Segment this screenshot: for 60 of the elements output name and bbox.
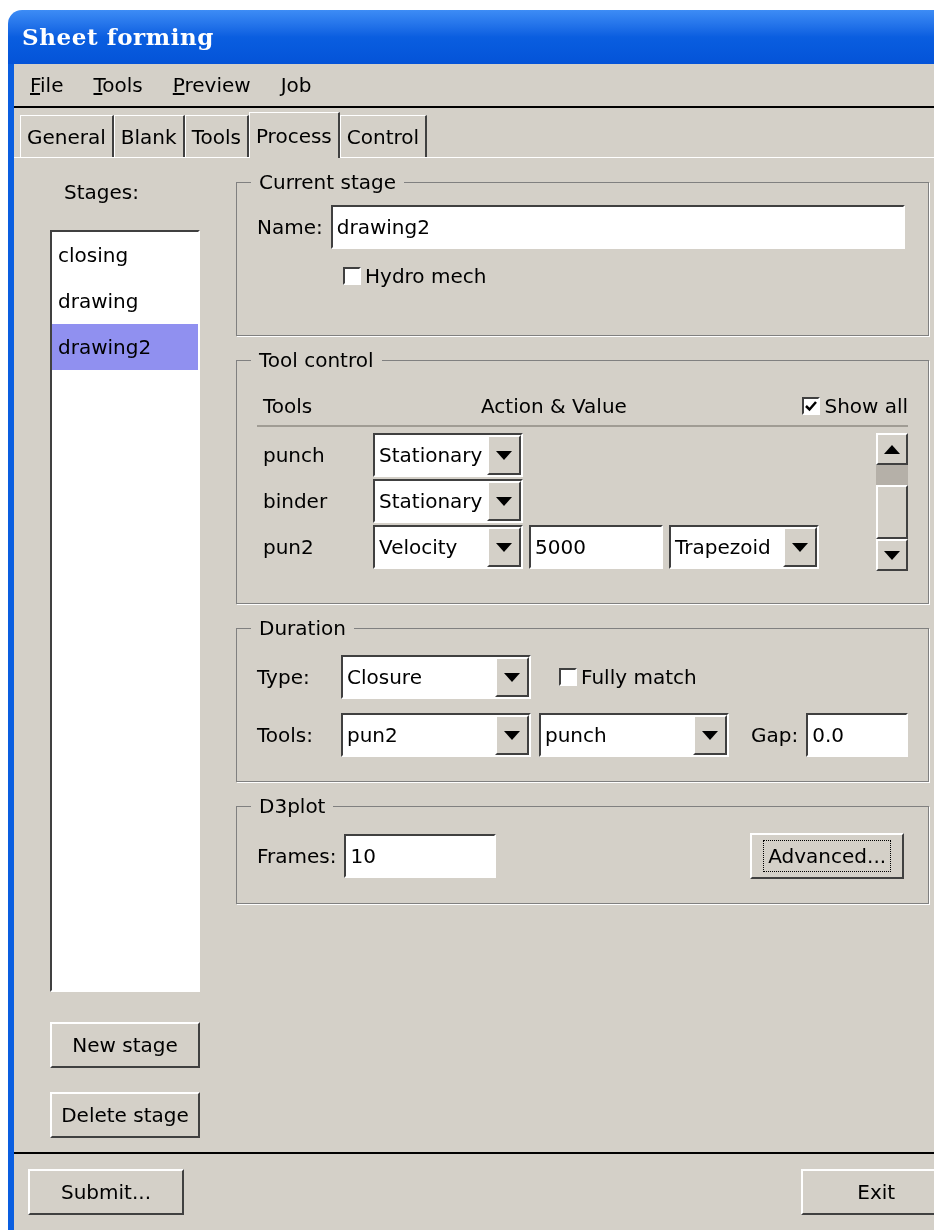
scroll-up-button[interactable] bbox=[876, 433, 909, 465]
checkbox[interactable] bbox=[343, 267, 361, 285]
field-label: Name: bbox=[257, 214, 323, 241]
down-arrow-icon bbox=[496, 496, 512, 506]
dropdown[interactable]: pun2 bbox=[341, 713, 531, 757]
text-field[interactable]: 5000 bbox=[529, 525, 663, 569]
dropdown[interactable]: Stationary bbox=[373, 433, 523, 477]
down-arrow-icon bbox=[884, 550, 901, 560]
dropdown[interactable]: punch bbox=[539, 713, 729, 757]
dropdown[interactable]: Velocity bbox=[373, 525, 523, 569]
button[interactable]: Delete stage bbox=[50, 1092, 200, 1138]
tab[interactable]: Control bbox=[339, 115, 428, 157]
down-arrow-icon bbox=[496, 450, 512, 460]
scrollbar-track[interactable] bbox=[876, 465, 909, 485]
tool-name: punch bbox=[262, 442, 326, 469]
stage-item[interactable]: closing bbox=[52, 231, 198, 278]
checkbox-label: Show all bbox=[824, 393, 909, 420]
down-arrow-icon bbox=[702, 730, 718, 740]
window-title: Sheet forming bbox=[22, 21, 214, 52]
button[interactable]: New stage bbox=[50, 1022, 200, 1068]
column-header: Action & Value bbox=[481, 393, 628, 420]
button[interactable]: Advanced... bbox=[750, 833, 905, 879]
down-arrow-icon bbox=[504, 730, 520, 740]
down-arrow-icon bbox=[792, 542, 808, 552]
text-field[interactable]: 10 bbox=[344, 834, 497, 878]
stages-label: Stages: bbox=[63, 178, 140, 206]
tab[interactable]: Process bbox=[248, 112, 340, 158]
down-arrow-icon bbox=[496, 542, 512, 552]
tab[interactable]: General bbox=[20, 115, 114, 157]
menu-item[interactable]: Tools bbox=[93, 70, 143, 100]
down-arrow-icon bbox=[504, 672, 520, 682]
menu-item[interactable]: File bbox=[30, 70, 64, 100]
field-label: Tools: bbox=[257, 722, 314, 749]
scroll-down-button[interactable] bbox=[876, 539, 909, 571]
checkbox[interactable] bbox=[802, 397, 821, 415]
dropdown[interactable]: Stationary bbox=[373, 479, 523, 523]
menu-item[interactable]: Preview bbox=[172, 70, 251, 100]
column-header: Tools bbox=[262, 393, 314, 420]
check-icon bbox=[805, 400, 818, 412]
dropdown[interactable]: Trapezoid bbox=[669, 525, 819, 569]
tool-name: binder bbox=[262, 488, 329, 515]
field-label: Type: bbox=[257, 664, 311, 691]
stage-item[interactable]: drawing2 bbox=[52, 323, 198, 370]
field-label: Gap: bbox=[751, 722, 799, 749]
checkbox[interactable] bbox=[559, 668, 577, 686]
text-field[interactable]: drawing2 bbox=[330, 205, 905, 249]
field-label: Frames: bbox=[257, 843, 337, 870]
button[interactable]: Submit... bbox=[28, 1169, 184, 1215]
scrollbar-thumb[interactable] bbox=[876, 485, 909, 539]
tab[interactable]: Blank bbox=[113, 115, 185, 157]
dropdown[interactable]: Closure bbox=[341, 655, 531, 699]
up-arrow-icon bbox=[884, 444, 901, 454]
tab[interactable]: Tools bbox=[184, 115, 249, 157]
menu-item[interactable]: Job bbox=[280, 70, 312, 100]
checkbox-label: Hydro mech bbox=[365, 263, 487, 290]
button[interactable]: Exit bbox=[801, 1169, 934, 1215]
text-field[interactable]: 0.0 bbox=[806, 713, 909, 757]
stage-item[interactable]: drawing bbox=[52, 277, 198, 324]
tool-name: pun2 bbox=[262, 534, 315, 561]
checkbox-label: Fully match bbox=[581, 664, 697, 691]
